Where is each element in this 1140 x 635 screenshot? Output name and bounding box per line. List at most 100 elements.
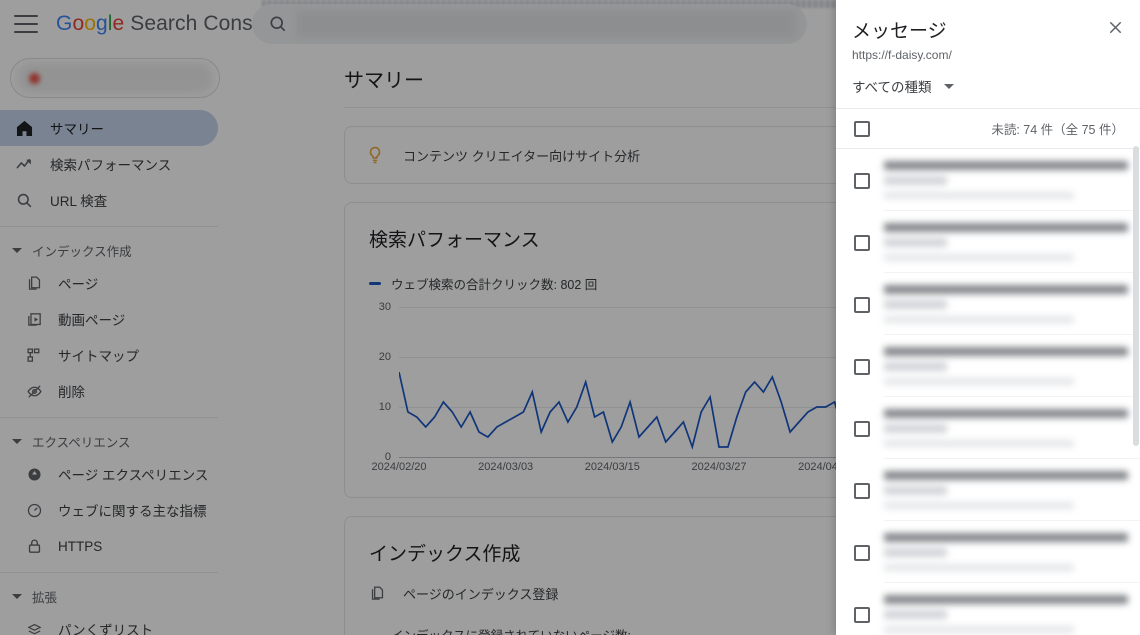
sidebar-group-label: 拡張 [32, 590, 58, 605]
pages-icon [369, 585, 387, 603]
message-checkbox[interactable] [854, 607, 870, 623]
sidebar-item-page-experience[interactable]: ページ エクスペリエンス [0, 456, 218, 492]
trending-up-icon [14, 154, 34, 174]
message-checkbox[interactable] [854, 297, 870, 313]
sidebar-group-experience[interactable]: エクスペリエンス [0, 426, 232, 456]
video-page-icon [24, 309, 44, 329]
app-root: Google Search Console サマリー 検索パフォーマンス URL… [0, 0, 1140, 635]
chart-y-tick: 20 [378, 351, 391, 363]
sidebar-item-label: 動画ページ [58, 313, 126, 328]
sidebar-item-removals[interactable]: 削除 [0, 373, 218, 409]
chart-y-tick: 10 [378, 401, 391, 413]
brand-logo: Google Search Console [56, 12, 282, 35]
message-row[interactable] [836, 211, 1140, 273]
filter-label: すべての種類 [852, 80, 932, 95]
sidebar-item-label: 削除 [58, 385, 85, 400]
message-checkbox[interactable] [854, 421, 870, 437]
chevron-down-icon [12, 593, 22, 599]
breadcrumb-icon [24, 619, 44, 635]
sidebar-item-https[interactable]: HTTPS [0, 528, 218, 564]
message-row[interactable] [836, 335, 1140, 397]
message-checkbox[interactable] [854, 235, 870, 251]
message-checkbox[interactable] [854, 545, 870, 561]
property-selector[interactable] [10, 58, 220, 98]
message-row[interactable] [836, 149, 1140, 211]
search-icon [14, 190, 34, 210]
message-preview [884, 223, 1128, 261]
chevron-down-icon [12, 247, 22, 253]
sidebar-item-core-web-vitals[interactable]: ウェブに関する主な指標 [0, 492, 218, 528]
message-preview [884, 285, 1128, 323]
message-row[interactable] [836, 521, 1140, 583]
sidebar-item-url-inspection[interactable]: URL 検査 [0, 182, 218, 218]
message-checkbox[interactable] [854, 359, 870, 375]
panel-scrollbar[interactable] [1133, 146, 1139, 446]
messages-panel: メッセージ https://f-daisy.com/ すべての種類 未読: 74… [836, 0, 1140, 635]
chevron-down-icon [12, 438, 22, 444]
select-all-checkbox[interactable] [854, 120, 870, 137]
lightbulb-icon [369, 146, 381, 164]
message-preview [884, 409, 1128, 447]
message-row[interactable] [836, 459, 1140, 521]
sidebar-group-enhancements[interactable]: 拡張 [0, 581, 232, 611]
sidebar-item-pages[interactable]: ページ [0, 265, 218, 301]
messages-panel-title: メッセージ [852, 21, 947, 42]
sidebar-item-label: ページ エクスペリエンス [58, 468, 209, 483]
message-preview [884, 347, 1128, 385]
lock-icon [24, 536, 44, 556]
legend-label: インデックスに登録されていないページ数: 170 [391, 625, 649, 635]
sidebar-item-label: ページ [58, 277, 99, 292]
chart-y-tick: 30 [378, 301, 391, 313]
message-preview [884, 595, 1128, 633]
sidebar-item-label: パンくずリスト [58, 623, 154, 635]
chevron-down-icon [943, 83, 954, 89]
message-type-filter[interactable]: すべての種類 [836, 62, 1140, 108]
sidebar-item-label: サイトマップ [58, 349, 139, 364]
sidebar-divider [0, 226, 218, 227]
search-input[interactable] [296, 10, 797, 38]
search-icon [270, 16, 286, 32]
property-favicon [29, 73, 40, 84]
page-experience-icon [24, 464, 44, 484]
legend-not-indexed: インデックスに登録されていないページ数: 170 [369, 625, 649, 635]
sidebar-item-label: HTTPS [58, 538, 103, 554]
banner-text: コンテンツ クリエイター向けサイト分析 [403, 148, 641, 164]
sidebar-group-label: インデックス作成 [32, 244, 132, 259]
unread-count: 未読: 74 件（全 75 件） [991, 123, 1124, 137]
sidebar-item-label: URL 検査 [50, 194, 108, 209]
messages-list[interactable] [836, 149, 1140, 635]
message-preview [884, 533, 1128, 571]
message-checkbox[interactable] [854, 173, 870, 189]
messages-count-row: 未読: 74 件（全 75 件） [836, 109, 1140, 148]
message-row[interactable] [836, 583, 1140, 635]
sidebar-item-summary[interactable]: サマリー [0, 110, 218, 146]
sidebar-divider [0, 572, 218, 573]
sidebar-item-sitemap[interactable]: サイトマップ [0, 337, 218, 373]
legend-swatch [369, 282, 381, 285]
sidebar: サマリー 検索パフォーマンス URL 検査 インデックス作成 ページ 動画ページ… [0, 48, 232, 635]
sidebar-item-label: サマリー [50, 122, 104, 137]
chart-x-tick: 2024/03/15 [584, 461, 640, 473]
property-blur [17, 63, 213, 93]
message-checkbox[interactable] [854, 483, 870, 499]
legend-label: ウェブ検索の合計クリック数: 802 回 [391, 278, 598, 292]
sidebar-item-label: 検索パフォーマンス [50, 158, 172, 173]
pages-icon [24, 273, 44, 293]
messages-panel-header: メッセージ https://f-daisy.com/ [836, 0, 1140, 62]
messages-panel-url: https://f-daisy.com/ [852, 48, 952, 62]
hamburger-icon[interactable] [14, 15, 38, 33]
eye-off-icon [24, 381, 44, 401]
sidebar-item-label: ウェブに関する主な指標 [58, 504, 207, 519]
message-preview [884, 161, 1128, 199]
page-indexing-label: ページのインデックス登録 [403, 587, 559, 602]
sidebar-item-search-performance[interactable]: 検索パフォーマンス [0, 146, 218, 182]
sidebar-item-video-pages[interactable]: 動画ページ [0, 301, 218, 337]
message-row[interactable] [836, 273, 1140, 335]
close-icon[interactable] [1102, 14, 1128, 40]
sidebar-item-breadcrumbs[interactable]: パンくずリスト [0, 611, 218, 635]
chart-x-tick: 2024/03/27 [691, 461, 747, 473]
message-row[interactable] [836, 397, 1140, 459]
search-bar[interactable] [252, 4, 807, 44]
sidebar-group-indexing[interactable]: インデックス作成 [0, 235, 232, 265]
core-web-vitals-icon [24, 500, 44, 520]
